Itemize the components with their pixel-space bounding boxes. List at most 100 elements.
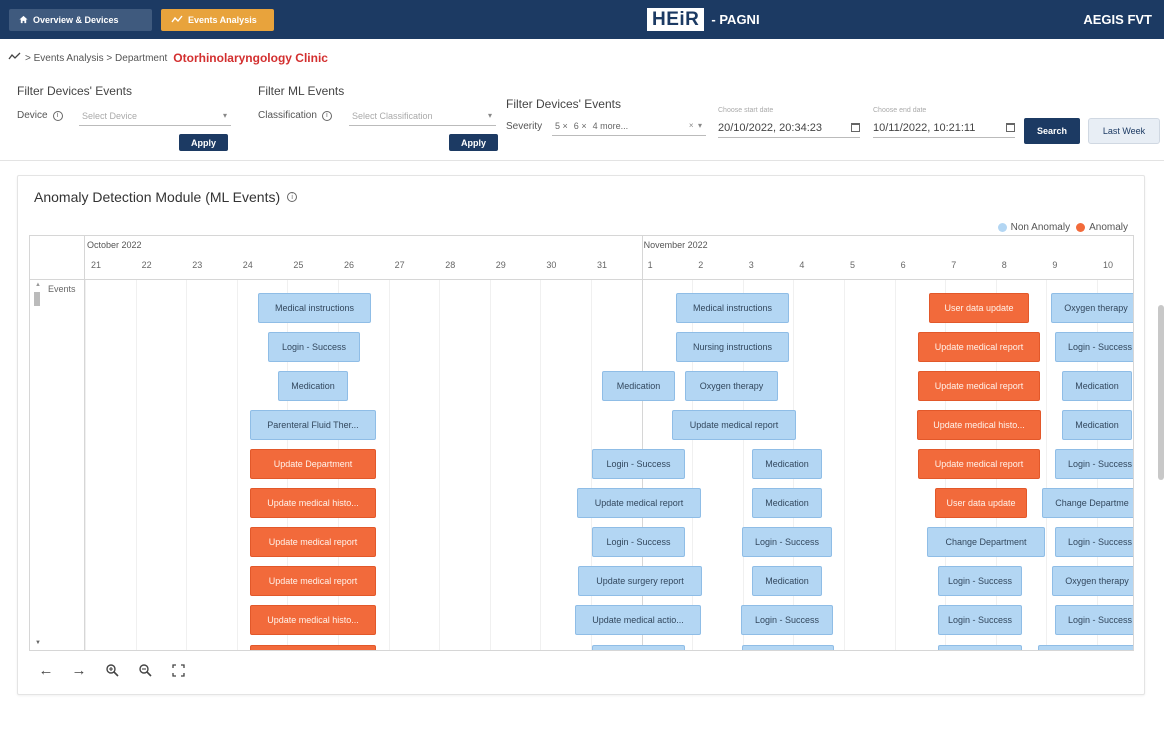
non-anomaly-event[interactable] [742,645,834,650]
non-anomaly-event[interactable]: Login - Success [938,566,1022,596]
classification-select[interactable]: Select Classification ▾ [349,106,496,126]
device-apply-button[interactable]: Apply [179,134,228,151]
zoom-in-icon[interactable] [104,662,120,678]
non-anomaly-event[interactable]: Update medical actio... [575,605,701,635]
non-anomaly-event[interactable]: Medical instructions [676,293,789,323]
anomaly-event[interactable]: Update medical report [918,449,1040,479]
filter-severity-title: Filter Devices' Events [506,97,621,111]
arrow-right-icon[interactable]: → [71,662,87,679]
close-icon[interactable]: × [563,121,568,131]
non-anomaly-event[interactable]: Medical instructions [258,293,371,323]
severity-select[interactable]: 5 × 6 × 4 more... × ▾ [552,116,706,136]
fit-screen-icon[interactable] [170,662,186,678]
non-anomaly-event[interactable]: Medication [602,371,675,401]
end-date-field[interactable]: 10/11/2022, 10:21:11 [873,118,1015,138]
trend-line-icon[interactable] [8,52,21,64]
anomaly-event[interactable]: User data update [929,293,1029,323]
non-anomaly-event[interactable]: Update medical report [672,410,796,440]
non-anomaly-event[interactable]: Login - Success [741,605,833,635]
anomaly-event[interactable]: Update medical report [918,332,1040,362]
severity-chip[interactable]: 6 × [574,121,587,131]
last-week-button[interactable]: Last Week [1088,118,1160,144]
scroll-up-icon[interactable]: ▲ [35,282,41,288]
non-anomaly-event[interactable]: Oxygen therapy [1051,293,1133,323]
non-anomaly-event[interactable]: Change Department [927,527,1045,557]
info-icon[interactable]: i [52,110,63,121]
calendar-icon[interactable] [1006,123,1015,132]
day-label: 27 [394,260,405,270]
close-icon[interactable]: × [581,121,586,131]
day-label: 10 [1103,260,1114,270]
device-select[interactable]: Select Device ▾ [79,106,231,126]
non-anomaly-event[interactable]: Oxygen therapy [1052,566,1133,596]
search-button[interactable]: Search [1024,118,1080,144]
non-anomaly-event[interactable]: Login - Success [1055,605,1133,635]
non-anomaly-event[interactable]: Oxygen therapy [685,371,778,401]
non-anomaly-event[interactable]: Login - Success [1055,449,1133,479]
non-anomaly-event[interactable]: Login - Success [592,449,685,479]
classification-apply-button[interactable]: Apply [449,134,498,151]
non-anomaly-event[interactable] [938,645,1022,650]
day-label: 4 [799,260,805,270]
start-date-value: 20/10/2022, 20:34:23 [718,121,822,134]
non-anomaly-event[interactable]: Medication [1062,410,1132,440]
clear-and-chevron-icon[interactable]: × ▾ [689,121,702,130]
zoom-out-icon[interactable] [137,662,153,678]
day-gridline [844,280,845,650]
day-label: 30 [546,260,557,270]
module-title: Anomaly Detection Module (ML Events) i [34,189,298,205]
day-gridline [1046,280,1048,650]
non-anomaly-event[interactable]: Login - Success [1055,332,1133,362]
breadcrumb-trail[interactable]: > Events Analysis > Department [25,53,167,64]
arrow-left-icon[interactable]: ← [38,662,54,679]
non-anomaly-event[interactable]: Medication [752,449,822,479]
anomaly-event[interactable]: Update medical histo... [917,410,1041,440]
anomaly-event[interactable]: Update medical report [918,371,1040,401]
non-anomaly-event[interactable]: Nursing instructions [676,332,789,362]
events-analysis-button[interactable]: Events Analysis [161,9,274,31]
severity-chip[interactable]: 5 × [555,121,568,131]
day-label: 9 [1052,260,1058,270]
trend-line-icon [171,15,183,26]
anomaly-event[interactable]: Update Department [250,449,376,479]
events-timeline[interactable]: ▲ Events ▼ 21 22 23 24 25 26 27 28 29 30 31 1 2 3 4 5 6 7… [29,235,1134,651]
non-anomaly-event[interactable]: Login - Success [938,605,1022,635]
non-anomaly-event[interactable] [592,645,685,650]
calendar-icon[interactable] [851,123,860,132]
user-name[interactable]: AEGIS FVT [1083,12,1152,27]
non-anomaly-event[interactable]: Medication [752,566,822,596]
anomaly-event[interactable]: Update medical report [250,566,376,596]
anomaly-event[interactable]: Update medical histo... [250,605,376,635]
anomaly-event[interactable] [250,645,376,650]
info-icon[interactable]: i [321,110,332,121]
timeline-controls: ← → [38,662,186,679]
month-label: November 2022 [643,240,708,250]
severity-chip-value: 6 [573,120,579,131]
non-anomaly-event[interactable]: Update medical report [577,488,701,518]
non-anomaly-event[interactable]: Change Departme [1042,488,1133,518]
scroll-down-icon[interactable]: ▼ [35,640,41,646]
info-icon[interactable]: i [287,192,298,202]
device-select-placeholder: Select Device [82,110,138,121]
non-anomaly-event[interactable]: Login - Success [742,527,832,557]
anomaly-event[interactable]: User data update [935,488,1027,518]
overview-devices-label: Overview & Devices [33,15,119,25]
non-anomaly-event[interactable]: Medication [752,488,822,518]
non-anomaly-event[interactable]: Login - Success [592,527,685,557]
non-anomaly-event[interactable]: Medication [1062,371,1132,401]
end-date-value: 10/11/2022, 10:21:11 [873,121,976,134]
overview-devices-button[interactable]: Overview & Devices [9,9,152,31]
module-title-text: Anomaly Detection Module (ML Events) [34,189,281,205]
non-anomaly-event[interactable]: Parenteral Fluid Ther... [250,410,376,440]
non-anomaly-event[interactable]: Update surgery report [578,566,702,596]
non-anomaly-event[interactable]: Medication [278,371,348,401]
non-anomaly-event[interactable]: Login - Success [268,332,360,362]
divider [0,160,1164,161]
anomaly-event[interactable]: Update medical histo... [250,488,376,518]
group-scroll-handle[interactable] [34,292,40,306]
page-scrollbar[interactable] [1158,305,1164,480]
non-anomaly-event[interactable]: Login - Success [1055,527,1133,557]
non-anomaly-event[interactable] [1038,645,1133,650]
start-date-field[interactable]: 20/10/2022, 20:34:23 [718,118,860,138]
anomaly-event[interactable]: Update medical report [250,527,376,557]
